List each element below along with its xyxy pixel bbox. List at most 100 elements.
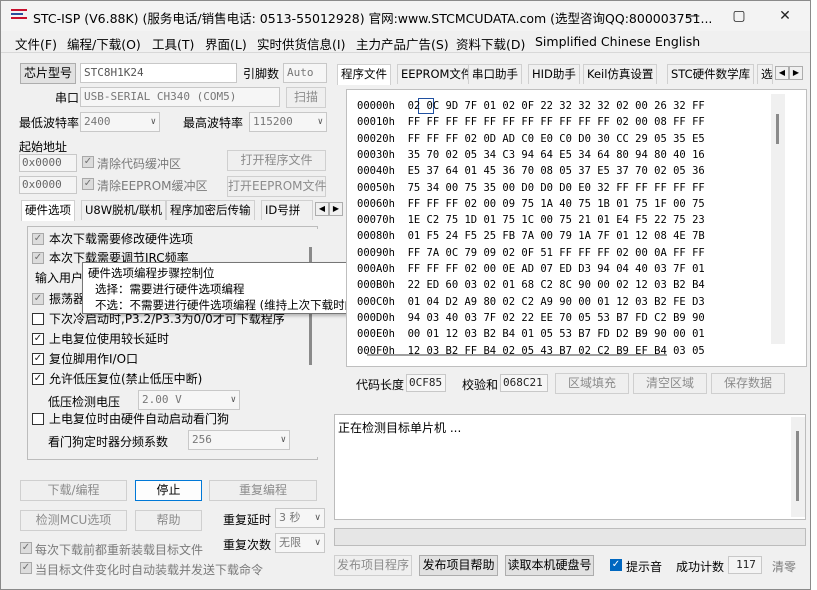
hex-row-bytes: E5 37 64 01 45 36 70 08 05 37 E5 37 70 0… <box>407 165 705 178</box>
download-program-button[interactable]: 下载/编程 <box>20 480 127 501</box>
maximize-button[interactable]: ▢ <box>716 1 762 31</box>
tab-serial-assistant[interactable]: 串口助手 <box>468 64 522 84</box>
menu-downloads[interactable]: 资料下载(D) <box>456 34 525 53</box>
hex-row-address: 000E0h <box>357 328 395 341</box>
hex-scrollbar[interactable] <box>771 94 785 344</box>
window-title: STC-ISP (V6.88K) (服务电话/销售电话: 0513-550129… <box>33 11 713 26</box>
hex-row-spacer <box>395 312 408 324</box>
low-voltage-select[interactable]: 2.00 V ∨ <box>138 390 240 410</box>
chevron-down-icon: ∨ <box>314 513 321 523</box>
publish-project-button[interactable]: 发布项目程序 <box>334 555 412 576</box>
hex-row: 00040h E5 37 64 01 45 36 70 08 05 37 E5 … <box>357 163 705 179</box>
max-baud-value: 115200 <box>253 115 293 128</box>
help-button[interactable]: 帮助 <box>135 510 202 531</box>
hex-row-spacer <box>395 328 408 340</box>
repeat-count-select[interactable]: 无限 ∨ <box>275 533 325 553</box>
chip-model-select[interactable]: STC8H1K24 <box>80 63 237 83</box>
minimize-button[interactable]: — <box>670 1 716 31</box>
log-scrollbar[interactable] <box>791 417 805 517</box>
tab-u8w-offline[interactable]: U8W脱机/联机 <box>81 200 166 220</box>
hex-row-address: 000C0h <box>357 295 395 308</box>
repeat-count-value: 无限 <box>279 536 301 549</box>
tab-scroll-left-icon[interactable]: ◀ <box>775 66 789 80</box>
clear-eeprom-buffer-checkbox[interactable]: ✓ <box>82 178 94 190</box>
pin-count-select[interactable]: Auto <box>283 63 327 83</box>
app-logo-icon <box>11 9 27 23</box>
right-tab-bar: 程序文件 EEPROM文件 串口助手 HID助手 Keil仿真设置 STC硬件数… <box>337 64 807 85</box>
min-baud-select[interactable]: 2400 ∨ <box>80 112 160 132</box>
hex-row-bytes: FF FF FF 02 0D AD C0 E0 C0 D0 30 CC 29 0… <box>407 132 705 145</box>
tooltip-line-3: 不选：不需要进行硬件选项编程 (维持上次下载时的设置) <box>95 298 384 312</box>
tab-more[interactable]: 选 <box>757 64 773 84</box>
log-scroll-thumb[interactable] <box>796 431 799 501</box>
auto-load-on-change-checkbox[interactable]: ✓ <box>20 562 32 574</box>
read-disk-id-button[interactable]: 读取本机硬盘号 <box>505 555 594 576</box>
hex-row-bytes: 75 34 00 75 35 00 D0 D0 D0 E0 32 FF FF F… <box>407 181 705 194</box>
region-fill-button[interactable]: 区域填充 <box>555 373 629 394</box>
checksum-label: 校验和 <box>462 378 499 392</box>
menu-program-download[interactable]: 编程/下载(O) <box>67 34 141 53</box>
hex-row-spacer <box>395 263 408 275</box>
clear-region-button[interactable]: 清空区域 <box>633 373 707 394</box>
pin-count-value: Auto <box>287 66 314 79</box>
beep-checkbox[interactable]: ✓ <box>610 559 622 571</box>
hex-row-bytes: 35 70 02 05 34 C3 94 64 E5 34 64 80 94 8… <box>407 148 705 161</box>
hex-row: 000F0h 12 03 B2 FF B4 02 05 43 B7 02 C2 … <box>357 343 705 359</box>
menu-file[interactable]: 文件(F) <box>15 34 57 53</box>
tab-scroll-right-icon[interactable]: ▶ <box>329 202 343 216</box>
clear-count-button[interactable]: 清零 <box>772 558 796 575</box>
port-select[interactable]: USB-SERIAL CH340 (COM5) <box>80 87 280 107</box>
hex-row-bytes: FF 7A 0C 79 09 02 0F 51 FF FF FF 02 00 0… <box>407 246 705 259</box>
menu-realtime-supply[interactable]: 实时供货信息(I) <box>257 34 345 53</box>
hex-row-address: 00080h <box>357 230 395 243</box>
hex-row: 00070h 1E C2 75 1D 01 75 1C 00 75 21 01 … <box>357 212 705 228</box>
tab-keil-emulation[interactable]: Keil仿真设置 <box>583 64 658 84</box>
reload-before-download-checkbox[interactable]: ✓ <box>20 542 32 554</box>
menu-simplified-chinese[interactable]: Simplified Chinese <box>535 34 651 49</box>
tab-hardware-options[interactable]: 硬件选项 <box>21 200 75 221</box>
hex-row-address: 00040h <box>357 165 395 178</box>
hex-row-bytes: 22 ED 60 03 02 01 68 C2 8C 90 00 02 12 0… <box>407 279 705 292</box>
tab-eeprom-file[interactable]: EEPROM文件 <box>397 64 477 84</box>
repeat-delay-select[interactable]: 3 秒 ∨ <box>275 508 325 528</box>
tab-stc-math-library[interactable]: STC硬件数学库 <box>667 64 755 84</box>
tab-program-file[interactable]: 程序文件 <box>337 64 391 85</box>
save-data-button[interactable]: 保存数据 <box>711 373 785 394</box>
code-start-address-input[interactable]: 0x0000 <box>19 154 77 172</box>
hex-row-address: 00050h <box>357 181 395 194</box>
hex-scroll-thumb[interactable] <box>776 114 779 144</box>
tab-hid-assistant[interactable]: HID助手 <box>528 64 580 84</box>
hex-horizontal-scroll-thumb[interactable] <box>367 354 667 356</box>
menu-product-ads[interactable]: 主力产品广告(S) <box>356 34 449 53</box>
publish-help-button[interactable]: 发布项目帮助 <box>419 555 498 576</box>
scan-button[interactable]: 扫描 <box>286 87 326 108</box>
repeat-program-button[interactable]: 重复编程 <box>209 480 317 501</box>
hex-row-spacer <box>395 165 408 177</box>
watchdog-divider-select[interactable]: 256 ∨ <box>188 430 290 450</box>
open-eeprom-file-button[interactable]: 打开EEPROM文件 <box>227 176 327 197</box>
chevron-down-icon: ∨ <box>317 117 323 127</box>
hex-row-bytes: 94 03 40 03 7F 02 22 EE 70 05 53 B7 FD C… <box>407 311 705 324</box>
hex-row-spacer <box>395 247 408 259</box>
menu-english[interactable]: English <box>655 34 700 49</box>
stop-button[interactable]: 停止 <box>135 480 202 501</box>
hex-row-spacer <box>395 116 408 128</box>
max-baud-select[interactable]: 115200 ∨ <box>249 112 327 132</box>
tab-id-number[interactable]: ID号拼 <box>261 200 313 220</box>
tab-scroll-left-icon[interactable]: ◀ <box>315 202 329 216</box>
detect-mcu-options-button[interactable]: 检测MCU选项 <box>20 510 127 531</box>
tab-encrypted-transfer[interactable]: 程序加密后传输 <box>166 200 255 220</box>
chip-model-button[interactable]: 芯片型号 <box>20 63 76 84</box>
close-button[interactable]: ✕ <box>762 1 808 31</box>
hex-data-view[interactable]: 00000h 02 0C 9D 7F 01 02 0F 22 32 32 32 … <box>346 89 807 367</box>
clear-code-buffer-checkbox[interactable]: ✓ <box>82 156 94 168</box>
eeprom-start-address-input[interactable]: 0x0000 <box>19 176 77 194</box>
hex-row-spacer <box>395 296 408 308</box>
tab-scroll-right-icon[interactable]: ▶ <box>789 66 803 80</box>
open-program-file-button[interactable]: 打开程序文件 <box>227 150 326 171</box>
low-voltage-value: 2.00 V <box>142 393 182 406</box>
chip-model-value: STC8H1K24 <box>84 66 144 79</box>
reload-before-download-label: 每次下载前都重新装载目标文件 <box>35 543 204 557</box>
menu-tools[interactable]: 工具(T) <box>152 34 194 53</box>
menu-interface[interactable]: 界面(L) <box>205 34 247 53</box>
